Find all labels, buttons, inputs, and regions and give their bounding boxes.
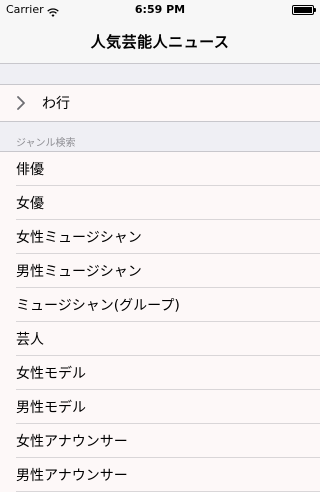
battery-level [294,7,312,13]
list-item[interactable]: 男性ミュージシャン [0,254,320,288]
list-item[interactable]: 男性アナウンサー [0,458,320,492]
group-spacer [0,64,320,85]
list-item[interactable]: 女性モデル [0,356,320,390]
top-row-label: わ行 [42,96,70,112]
status-time: 6:59 PM [134,3,186,16]
list-item[interactable]: 芸人 [0,322,320,356]
genre-section-header: ジャンル検索 [0,122,320,152]
top-navigation-row[interactable]: わ行 [0,85,320,122]
list-item[interactable]: 男性モデル [0,390,320,424]
list-item[interactable]: 女性ミュージシャン [0,220,320,254]
page-title: 人気芸能人ニュース [90,33,230,51]
list-item[interactable]: 女優 [0,186,320,220]
status-bar: Carrier 6:59 PM [0,0,320,20]
navigation-bar: 人気芸能人ニュース [0,20,320,64]
genre-list: 俳優 女優 女性ミュージシャン 男性ミュージシャン ミュージシャン(グループ) … [0,152,320,492]
list-item[interactable]: 女性アナウンサー [0,424,320,458]
list-item[interactable]: 俳優 [0,152,320,186]
chevron-right-icon [16,96,30,110]
battery-icon [292,5,316,15]
list-item[interactable]: ミュージシャン(グループ) [0,288,320,322]
